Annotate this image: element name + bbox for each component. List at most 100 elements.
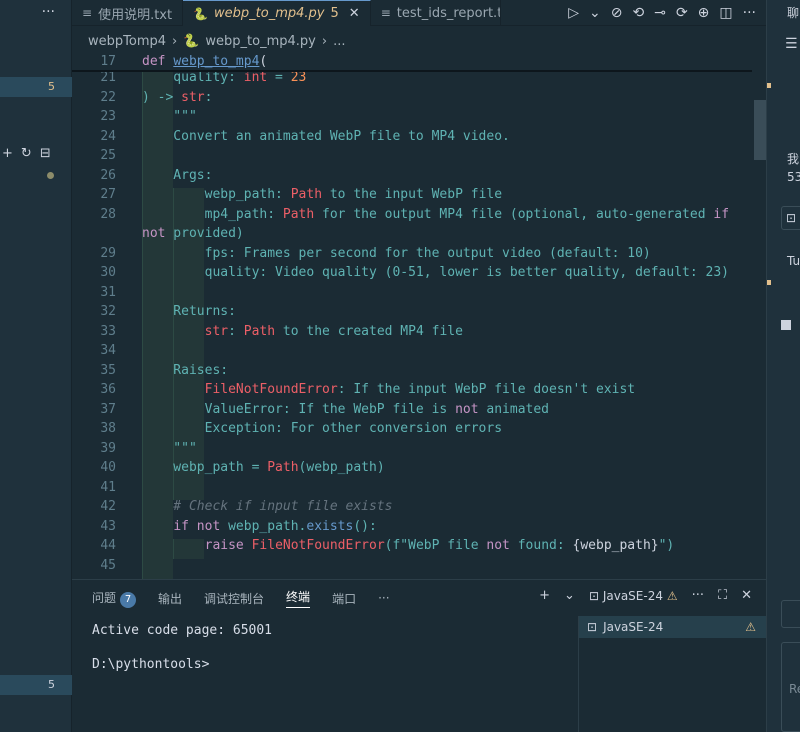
warning-icon: ⚠ xyxy=(745,620,756,634)
code-text: Exception: For other conversion errors xyxy=(142,421,503,436)
line-number: 34 xyxy=(100,343,116,358)
terminal-icon: ⊡ xyxy=(587,620,598,634)
chevron-down-icon[interactable]: ⌄ xyxy=(564,588,575,603)
run-icon[interactable]: ▷ xyxy=(568,5,579,21)
terminal-list-item[interactable]: ⊡ JavaSE-24 ⚠ xyxy=(579,616,766,638)
line-number: 33 xyxy=(100,323,116,339)
line-number: 43 xyxy=(100,518,116,534)
code-text: quality: Video quality (0-51, lower is b… xyxy=(142,265,729,280)
line-number: 40 xyxy=(100,460,116,475)
tab-ports[interactable]: 端口 xyxy=(332,590,356,607)
tab-label: webp_to_mp4.py xyxy=(214,6,325,21)
code-line: 25 xyxy=(72,146,762,166)
new-terminal-icon[interactable]: + xyxy=(539,588,550,603)
more-actions-icon[interactable]: ··· xyxy=(743,5,756,21)
code-text: webp_path = Path(webp_path) xyxy=(142,460,385,475)
code-text: FileNotFoundError: If the input WebP fil… xyxy=(204,382,636,397)
code-line: 42 # Check if input file exists xyxy=(72,497,762,517)
problem-count-badge: 5 xyxy=(48,80,55,93)
line-number: 27 xyxy=(100,187,116,202)
terminal-list: ⊡ JavaSE-24 ⚠ xyxy=(578,616,766,732)
close-icon[interactable]: ✕ xyxy=(349,6,360,21)
text-file-icon: ≡ xyxy=(380,6,391,20)
code-line: 36 FileNotFoundError: If the input WebP … xyxy=(72,380,762,400)
terminal-output[interactable]: Active code page: 65001 D:\pythontools> xyxy=(92,622,272,673)
tab-webp-to-mp4[interactable]: 🐍 webp_to_mp4.py 5 ✕ xyxy=(183,0,371,26)
terminal-button[interactable]: ⊡ xyxy=(781,206,800,230)
collapse-icon[interactable]: ⊟ xyxy=(40,146,51,161)
code-line: 31 xyxy=(72,283,762,303)
sidebar-highlighted-row-2[interactable] xyxy=(0,675,72,695)
tab-label: 使用说明.txt xyxy=(98,7,173,23)
line-number: 39 xyxy=(100,440,116,456)
sidebar-highlighted-row[interactable] xyxy=(0,77,72,97)
code-text: if not webp_path.exists(): xyxy=(173,518,377,534)
code-line: 24 Convert an animated WebP file to MP4 … xyxy=(72,127,762,147)
tab-debug-console[interactable]: 调试控制台 xyxy=(204,590,264,607)
code-line: 44 raise FileNotFoundError(f"WebP file n… xyxy=(72,536,762,556)
close-panel-icon[interactable]: ✕ xyxy=(741,588,752,603)
maximize-panel-icon[interactable]: ⛶ xyxy=(718,588,727,603)
code-text: fps: Frames per second for the output vi… xyxy=(142,245,651,261)
chat-input-placeholder: Re xyxy=(789,682,800,696)
code-line: not provided) xyxy=(72,224,762,244)
tab-terminal[interactable]: 终端 xyxy=(286,588,311,608)
new-file-icon[interactable]: + xyxy=(2,146,13,161)
terminal-shell-label[interactable]: ⊡ JavaSE-24 ⚠ xyxy=(589,589,678,603)
code-text: mp4_path: Path for the output MP4 file (… xyxy=(142,206,730,222)
tab-output[interactable]: 输出 xyxy=(158,590,182,607)
line-number: 35 xyxy=(100,362,116,378)
editor-scrollbar[interactable] xyxy=(754,100,766,160)
code-line: 34 xyxy=(72,341,762,361)
chevron-down-icon[interactable]: ⌄ xyxy=(589,5,601,21)
sticky-def-line: def webp_to_mp4( xyxy=(142,54,268,69)
code-line: 35 Raises: xyxy=(72,361,762,381)
line-number: 37 xyxy=(100,401,116,417)
menu-icon[interactable]: ☰ xyxy=(785,36,798,52)
go-forward-icon[interactable]: ⟳ xyxy=(676,5,688,21)
python-file-icon: 🐍 xyxy=(183,33,200,49)
split-editor-icon[interactable]: ◫ xyxy=(719,5,732,21)
branch-icon[interactable]: ⊕ xyxy=(698,5,710,21)
problems-count-badge: 7 xyxy=(120,591,137,608)
go-back-icon[interactable]: ⟲ xyxy=(632,5,644,21)
breadcrumb-file[interactable]: webp_to_mp4.py xyxy=(205,34,315,49)
line-number: 44 xyxy=(100,538,116,553)
more-actions-icon[interactable]: ··· xyxy=(692,588,704,603)
code-line: 37 ValueError: If the WebP file is not a… xyxy=(72,400,762,420)
breadcrumb-folder[interactable]: webpTomp4 xyxy=(88,34,166,49)
terminal-icon: ⊡ xyxy=(588,588,599,603)
scroll-button[interactable] xyxy=(781,600,800,628)
code-text: webp_path: Path to the input WebP file xyxy=(142,187,503,202)
line-number: 45 xyxy=(100,557,116,573)
panel-more-button[interactable]: ··· xyxy=(378,591,389,605)
tab-test-ids-report[interactable]: ≡ test_ids_report.t xyxy=(371,0,501,26)
tab-usage-txt[interactable]: ≡ 使用说明.txt xyxy=(72,0,184,26)
line-number: 24 xyxy=(100,128,116,144)
modified-dot-icon xyxy=(47,172,54,179)
code-line: 29 fps: Frames per second for the output… xyxy=(72,244,762,264)
tab-problems[interactable]: 问题 7 xyxy=(92,589,137,608)
editor-actions: ▷ ⌄ ⊘ ⟲ ⊸ ⟳ ⊕ ◫ ··· xyxy=(568,0,766,25)
toggle-visibility-icon[interactable]: ⊘ xyxy=(611,5,623,21)
code-editor[interactable]: 17 def webp_to_mp4( 21 quality: int = 23… xyxy=(72,52,766,579)
sidebar-more-button[interactable]: ··· xyxy=(0,0,71,24)
terminal-line: D:\pythontools> xyxy=(92,657,210,672)
code-text: raise FileNotFoundError(f"WebP file not … xyxy=(204,538,675,553)
stop-icon[interactable] xyxy=(781,320,791,330)
editor-tab-bar: ≡ 使用说明.txt 🐍 webp_to_mp4.py 5 ✕ ≡ test_i… xyxy=(72,0,766,26)
code-text: Raises: xyxy=(142,362,229,378)
sticky-scroll-header[interactable]: 17 def webp_to_mp4( xyxy=(72,52,752,72)
refresh-icon[interactable]: ↻ xyxy=(21,146,32,161)
terminal-list-label: JavaSE-24 xyxy=(603,620,664,634)
breadcrumb: webpTomp4 › 🐍 webp_to_mp4.py › ... xyxy=(72,30,766,52)
code-text: Convert an animated WebP file to MP4 vid… xyxy=(142,128,510,144)
commit-icon[interactable]: ⊸ xyxy=(654,5,666,21)
code-line: 22) -> str: xyxy=(72,88,762,108)
code-line: 38 Exception: For other conversion error… xyxy=(72,419,762,439)
warning-marker xyxy=(767,83,771,88)
code-text: Returns: xyxy=(142,304,236,319)
code-line: 23 """ xyxy=(72,107,762,127)
breadcrumb-symbol[interactable]: ... xyxy=(333,34,345,49)
code-line: 32 Returns: xyxy=(72,302,762,322)
